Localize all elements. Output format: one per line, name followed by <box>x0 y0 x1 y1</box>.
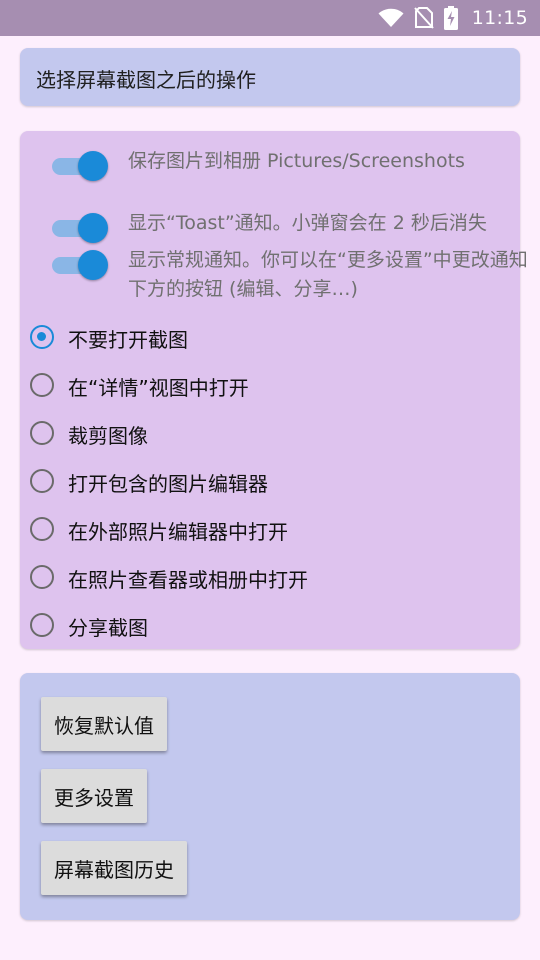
status-bar: 11:15 <box>0 0 540 36</box>
switch-thumb <box>78 151 108 181</box>
status-time: 11:15 <box>471 7 528 29</box>
radio-option-external-editor[interactable]: 在外部照片编辑器中打开 <box>28 511 508 551</box>
status-icons: 11:15 <box>378 0 528 36</box>
toast-notification-switch[interactable] <box>50 213 108 243</box>
radio-dot <box>37 332 46 341</box>
buttons-card: 恢复默认值 更多设置 屏幕截图历史 <box>20 673 520 920</box>
radio-button[interactable] <box>30 517 54 541</box>
radio-button[interactable] <box>30 565 54 589</box>
radio-label: 裁剪图像 <box>68 424 148 448</box>
radio-button-checked[interactable] <box>30 325 54 349</box>
page-title: 选择屏幕截图之后的操作 <box>36 68 256 92</box>
radio-button[interactable] <box>30 421 54 445</box>
switch-thumb <box>78 250 108 280</box>
radio-label: 在外部照片编辑器中打开 <box>68 520 288 544</box>
screenshot-history-button[interactable]: 屏幕截图历史 <box>41 841 187 895</box>
radio-button[interactable] <box>30 613 54 637</box>
radio-label: 在“详情”视图中打开 <box>68 376 249 400</box>
options-card: 保存图片到相册 Pictures/Screenshots 显示“Toast”通知… <box>20 131 528 649</box>
switch-label: 显示“Toast”通知。小弹窗会在 2 秒后消失 <box>128 212 487 234</box>
title-card: 选择屏幕截图之后的操作 <box>20 48 520 106</box>
regular-notification-switch[interactable] <box>50 250 108 280</box>
wifi-icon <box>378 8 404 27</box>
radio-option-dont-open[interactable]: 不要打开截图 <box>28 319 508 359</box>
radio-label: 不要打开截图 <box>68 328 188 352</box>
switch-label: 保存图片到相册 Pictures/Screenshots <box>128 150 465 172</box>
radio-label: 打开包含的图片编辑器 <box>68 472 268 496</box>
radio-button[interactable] <box>30 373 54 397</box>
switch-row-notification[interactable]: 显示常规通知。你可以在“更多设置”中更改通知下方的按钮 (编辑、分享…) <box>50 246 528 306</box>
radio-option-details-view[interactable]: 在“详情”视图中打开 <box>28 367 508 407</box>
restore-defaults-button[interactable]: 恢复默认值 <box>41 697 167 751</box>
more-settings-button[interactable]: 更多设置 <box>41 769 147 823</box>
radio-label: 在照片查看器或相册中打开 <box>68 568 308 592</box>
save-to-album-switch[interactable] <box>50 151 108 181</box>
radio-option-photo-viewer[interactable]: 在照片查看器或相册中打开 <box>28 559 508 599</box>
switch-row-toast[interactable]: 显示“Toast”通知。小弹窗会在 2 秒后消失 <box>50 209 510 243</box>
radio-option-share[interactable]: 分享截图 <box>28 607 508 647</box>
radio-option-crop[interactable]: 裁剪图像 <box>28 415 508 455</box>
radio-button[interactable] <box>30 469 54 493</box>
no-sim-icon <box>413 7 434 29</box>
switch-row-save-to-album[interactable]: 保存图片到相册 Pictures/Screenshots <box>50 147 510 207</box>
radio-label: 分享截图 <box>68 616 148 640</box>
radio-option-built-in-editor[interactable]: 打开包含的图片编辑器 <box>28 463 508 503</box>
switch-thumb <box>78 213 108 243</box>
battery-charging-icon <box>443 6 458 30</box>
switch-label: 显示常规通知。你可以在“更多设置”中更改通知下方的按钮 (编辑、分享…) <box>128 249 528 300</box>
